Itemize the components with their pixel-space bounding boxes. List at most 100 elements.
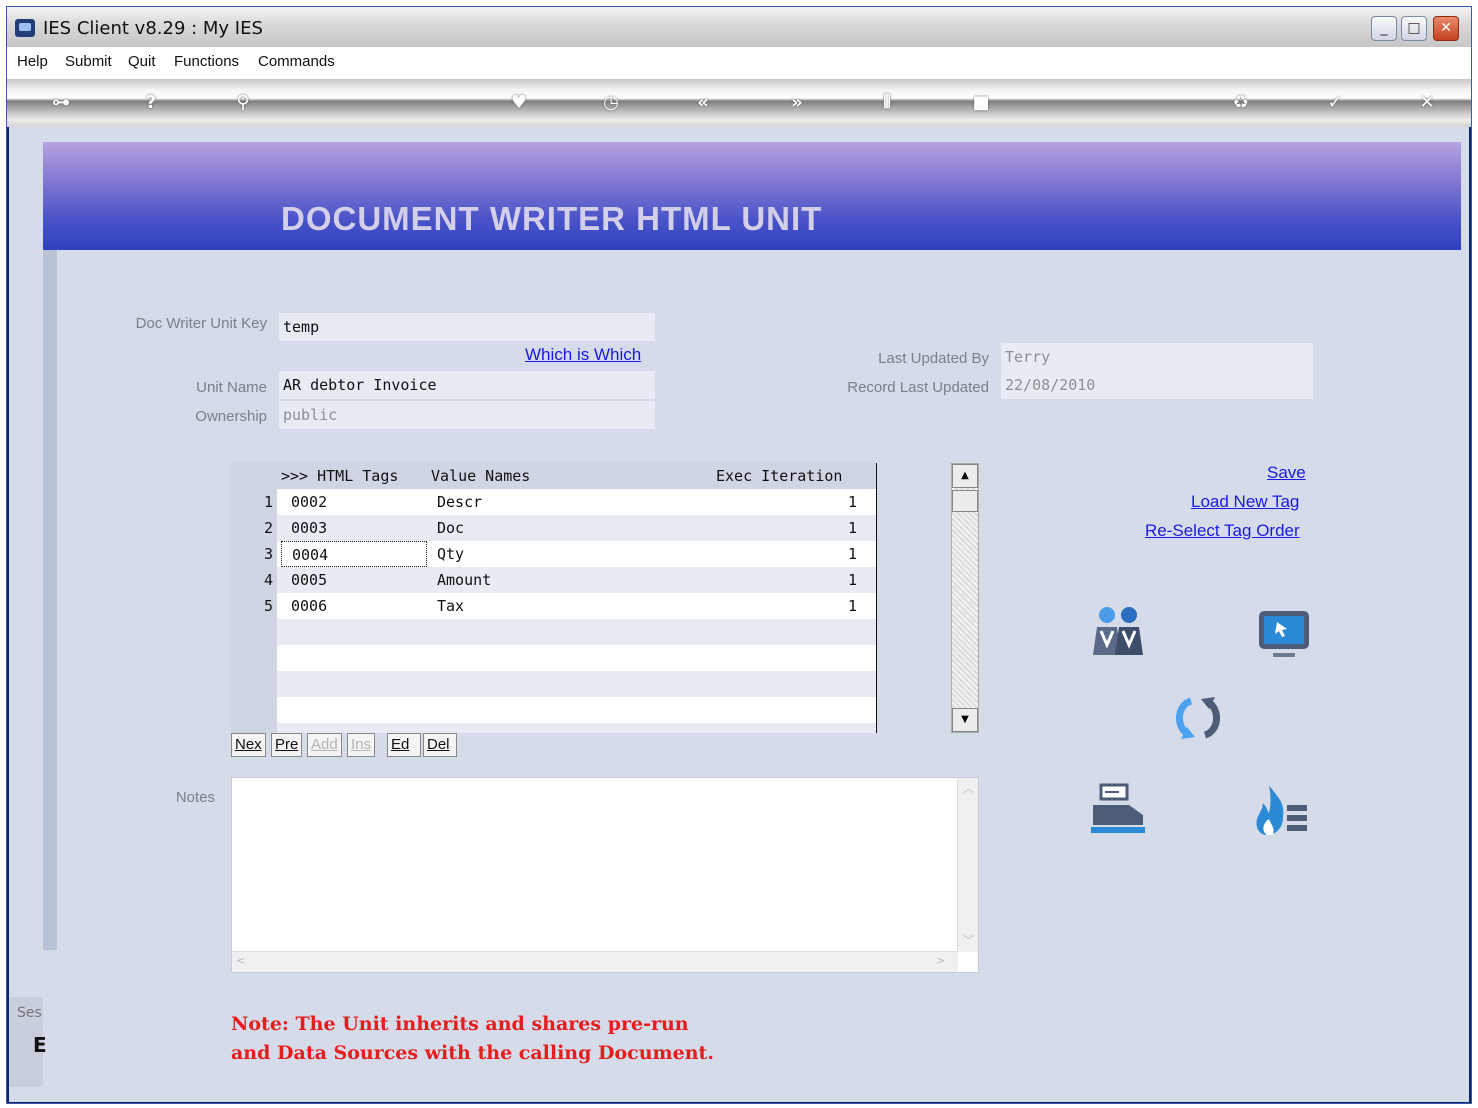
- scroll-down-icon[interactable]: ﹀: [963, 932, 974, 948]
- table-row[interactable]: 3 0004 Qty 1: [231, 541, 876, 567]
- notes-textarea[interactable]: ︿ ﹀ < >: [231, 777, 979, 973]
- close-icon: ✕: [1440, 20, 1452, 36]
- exec-cell[interactable]: 1: [691, 593, 857, 619]
- row-number: 1: [263, 493, 273, 511]
- session-indicator: E: [33, 1033, 47, 1057]
- row-number: 3: [263, 545, 273, 563]
- tags-grid: >>> HTML Tags Value Names Exec Iteration…: [231, 463, 877, 733]
- recycle-icon[interactable]: ♻: [1229, 91, 1253, 115]
- scroll-left-icon[interactable]: <: [236, 954, 245, 967]
- record-last-updated-field: 22/08/2010: [1001, 371, 1313, 399]
- row-background: [277, 697, 876, 723]
- search-icon[interactable]: ⚲: [231, 91, 255, 115]
- menu-submit[interactable]: Submit: [65, 53, 112, 70]
- table-row[interactable]: 4 0005 Amount 1: [231, 567, 876, 593]
- note-line-2: and Data Sources with the calling Docume…: [231, 1042, 714, 1064]
- minimize-button[interactable]: _: [1371, 16, 1397, 41]
- value-cell[interactable]: Tax: [437, 593, 677, 619]
- check-icon[interactable]: ✓: [1323, 91, 1347, 115]
- notes-vscroll[interactable]: ︿ ﹀: [957, 778, 978, 952]
- exec-cell[interactable]: 1: [691, 489, 857, 515]
- table-row-empty[interactable]: [231, 671, 876, 697]
- app-window: IES Client v8.29 : My IES _ □ ✕ Help Sub…: [6, 6, 1472, 1104]
- table-row[interactable]: 2 0003 Doc 1: [231, 515, 876, 541]
- value-cell[interactable]: Doc: [437, 515, 677, 541]
- load-new-tag-link[interactable]: Load New Tag: [1191, 492, 1299, 512]
- help-icon[interactable]: ?: [139, 91, 163, 115]
- unit-name-field[interactable]: AR debtor Invoice: [279, 371, 655, 399]
- tag-cell[interactable]: 0003: [281, 515, 427, 541]
- session-label: Ses: [17, 1005, 42, 1021]
- tag-cell-selected[interactable]: 0004: [281, 541, 427, 567]
- maximize-icon: □: [1407, 20, 1421, 36]
- refresh-icon[interactable]: [1169, 691, 1227, 745]
- minimize-icon: _: [1380, 20, 1388, 36]
- header-value-names[interactable]: Value Names: [431, 467, 530, 485]
- key-icon[interactable]: ⊶: [39, 91, 83, 115]
- monitor-icon[interactable]: [1255, 607, 1313, 661]
- table-row-empty[interactable]: [231, 645, 876, 671]
- value-cell[interactable]: Qty: [437, 541, 677, 567]
- tag-cell[interactable]: 0005: [281, 567, 427, 593]
- heart-icon[interactable]: ♥: [507, 91, 531, 115]
- tag-cell[interactable]: 0002: [281, 489, 427, 515]
- note-line-1: Note: The Unit inherits and shares pre-r…: [231, 1013, 689, 1035]
- rewind-icon[interactable]: «: [691, 91, 715, 115]
- close-window-button[interactable]: ✕: [1433, 16, 1459, 41]
- ownership-label: Ownership: [195, 408, 267, 425]
- unit-key-field[interactable]: temp: [279, 313, 655, 341]
- edit-button[interactable]: Ed: [387, 733, 421, 757]
- scroll-up-icon[interactable]: ▲: [952, 464, 978, 488]
- exec-cell[interactable]: 1: [691, 541, 857, 567]
- scroll-down-icon[interactable]: ▼: [952, 708, 978, 732]
- scroll-right-icon[interactable]: >: [936, 954, 945, 967]
- notes-hscroll[interactable]: < >: [232, 951, 958, 972]
- prev-button[interactable]: Pre: [271, 733, 303, 757]
- row-number: 5: [263, 597, 273, 615]
- menu-functions[interactable]: Functions: [174, 53, 239, 70]
- exit-icon[interactable]: ✕: [1415, 91, 1439, 115]
- insert-button[interactable]: Ins: [347, 733, 376, 757]
- window-title: IES Client v8.29 : My IES: [43, 18, 263, 39]
- grid-scrollbar[interactable]: ▲ ▼: [951, 463, 979, 733]
- menu-commands[interactable]: Commands: [258, 53, 335, 70]
- ownership-field[interactable]: public: [279, 401, 655, 429]
- menu-help[interactable]: Help: [17, 53, 48, 70]
- value-cell[interactable]: Amount: [437, 567, 677, 593]
- forward-icon[interactable]: »: [785, 91, 809, 115]
- last-updated-by-label: Last Updated By: [878, 350, 989, 367]
- table-row-empty[interactable]: [231, 619, 876, 645]
- reselect-tag-order-link[interactable]: Re-Select Tag Order: [1145, 521, 1300, 541]
- row-background: [277, 645, 876, 671]
- users-icon[interactable]: [1089, 605, 1147, 659]
- page-title: DOCUMENT WRITER HTML UNIT: [281, 200, 823, 237]
- exec-cell[interactable]: 1: [691, 567, 857, 593]
- toolbar: ⊶ ? ⚲ ♥ ◷ « » ⫴ ■ ♻ ✓ ✕: [7, 79, 1471, 127]
- header-exec-iteration[interactable]: Exec Iteration: [716, 467, 842, 485]
- unit-key-label: Doc Writer Unit Key: [135, 315, 267, 332]
- which-is-which-link[interactable]: Which is Which: [525, 345, 641, 365]
- menu-quit[interactable]: Quit: [128, 53, 156, 70]
- scroll-up-icon[interactable]: ︿: [963, 780, 974, 796]
- delete-button[interactable]: Del: [423, 733, 457, 757]
- next-button[interactable]: Nex: [231, 733, 266, 757]
- columns-icon[interactable]: ⫴: [875, 91, 899, 115]
- printer-icon[interactable]: [1089, 783, 1147, 837]
- save-link[interactable]: Save: [1267, 463, 1306, 483]
- fire-list-icon[interactable]: [1253, 783, 1311, 837]
- exec-cell[interactable]: 1: [691, 515, 857, 541]
- add-button[interactable]: Add: [307, 733, 342, 757]
- stop-icon[interactable]: ■: [969, 91, 993, 115]
- value-cell[interactable]: Descr: [437, 489, 677, 515]
- header-html-tags[interactable]: >>> HTML Tags: [281, 467, 398, 485]
- table-row[interactable]: 5 0006 Tax 1: [231, 593, 876, 619]
- maximize-button[interactable]: □: [1401, 16, 1427, 41]
- row-background: [277, 619, 876, 645]
- tag-cell[interactable]: 0006: [281, 593, 427, 619]
- clock-icon[interactable]: ◷: [599, 91, 623, 115]
- last-updated-by-field: Terry: [1001, 343, 1313, 371]
- table-row[interactable]: 1 0002 Descr 1: [231, 489, 876, 515]
- table-row-empty[interactable]: [231, 697, 876, 723]
- scroll-thumb[interactable]: [952, 490, 978, 512]
- unit-name-label: Unit Name: [196, 379, 267, 396]
